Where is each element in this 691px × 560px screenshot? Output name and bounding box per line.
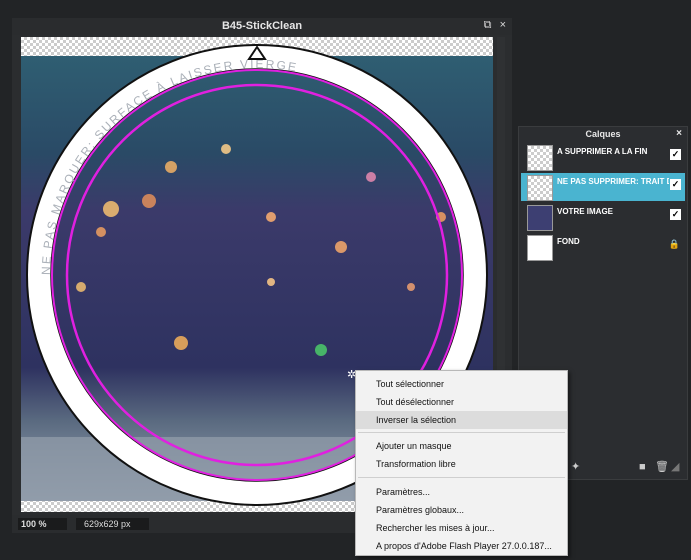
menu-item-settings[interactable]: Paramètres... — [356, 483, 567, 501]
close-icon[interactable]: × — [500, 19, 506, 31]
menu-separator — [358, 432, 565, 433]
context-menu: Tout sélectionner Tout désélectionner In… — [355, 370, 568, 556]
layer-name: VOTRE IMAGE — [557, 207, 614, 216]
menu-item-check-updates[interactable]: Rechercher les mises à jour... — [356, 519, 567, 537]
menu-item-about-flash[interactable]: A propos d'Adobe Flash Player 27.0.0.187… — [356, 537, 567, 555]
layer-thumbnail — [527, 235, 553, 261]
zoom-field[interactable]: 100 % — [18, 518, 67, 530]
visibility-checkbox[interactable]: ✓ — [670, 209, 681, 220]
lock-icon: 🔒 — [668, 239, 680, 249]
new-folder-icon[interactable]: ■ — [639, 462, 650, 473]
menu-item-free-transform[interactable]: Transformation libre — [356, 455, 567, 473]
expand-icon[interactable]: ◢ — [671, 462, 682, 473]
layer-row-a-supprimer[interactable]: A SUPPRIMER A LA FIN ✓ — [521, 143, 685, 171]
layer-style-icon[interactable]: ✦ — [571, 462, 582, 473]
layer-name: NE PAS SUPPRIMER: TRAIT DE COUPE — [557, 177, 669, 186]
layer-thumbnail — [527, 175, 553, 201]
delete-icon[interactable]: 🗑 — [655, 462, 669, 473]
image-dimensions: 629x629 px — [76, 518, 149, 530]
menu-item-deselect-all[interactable]: Tout désélectionner — [356, 393, 567, 411]
layer-thumbnail — [527, 205, 553, 231]
menu-separator — [358, 477, 565, 478]
document-titlebar[interactable]: B45-StickClean ⧉ × — [12, 18, 512, 35]
menu-item-global-settings[interactable]: Paramètres globaux... — [356, 501, 567, 519]
layers-panel-header[interactable]: Calques × — [519, 127, 687, 140]
layer-name: A SUPPRIMER A LA FIN — [557, 147, 648, 156]
layer-row-votre-image[interactable]: VOTRE IMAGE ✓ — [521, 203, 685, 231]
menu-item-invert-selection[interactable]: Inverser la sélection — [356, 411, 567, 429]
restore-window-icon[interactable]: ⧉ — [484, 19, 492, 31]
menu-item-select-all[interactable]: Tout sélectionner — [356, 375, 567, 393]
layer-row-trait-de-coupe[interactable]: NE PAS SUPPRIMER: TRAIT DE COUPE ✓ — [521, 173, 685, 201]
close-icon[interactable]: × — [676, 128, 682, 139]
visibility-checkbox[interactable]: ✓ — [670, 149, 681, 160]
layer-thumbnail — [527, 145, 553, 171]
document-title: B45-StickClean — [221, 20, 303, 32]
menu-item-add-mask[interactable]: Ajouter un masque — [356, 437, 567, 455]
layer-row-fond[interactable]: FOND 🔒 — [521, 233, 685, 261]
visibility-checkbox[interactable]: ✓ — [670, 179, 681, 190]
layer-name: FOND — [557, 237, 580, 246]
layers-panel-title: Calques — [585, 129, 621, 139]
